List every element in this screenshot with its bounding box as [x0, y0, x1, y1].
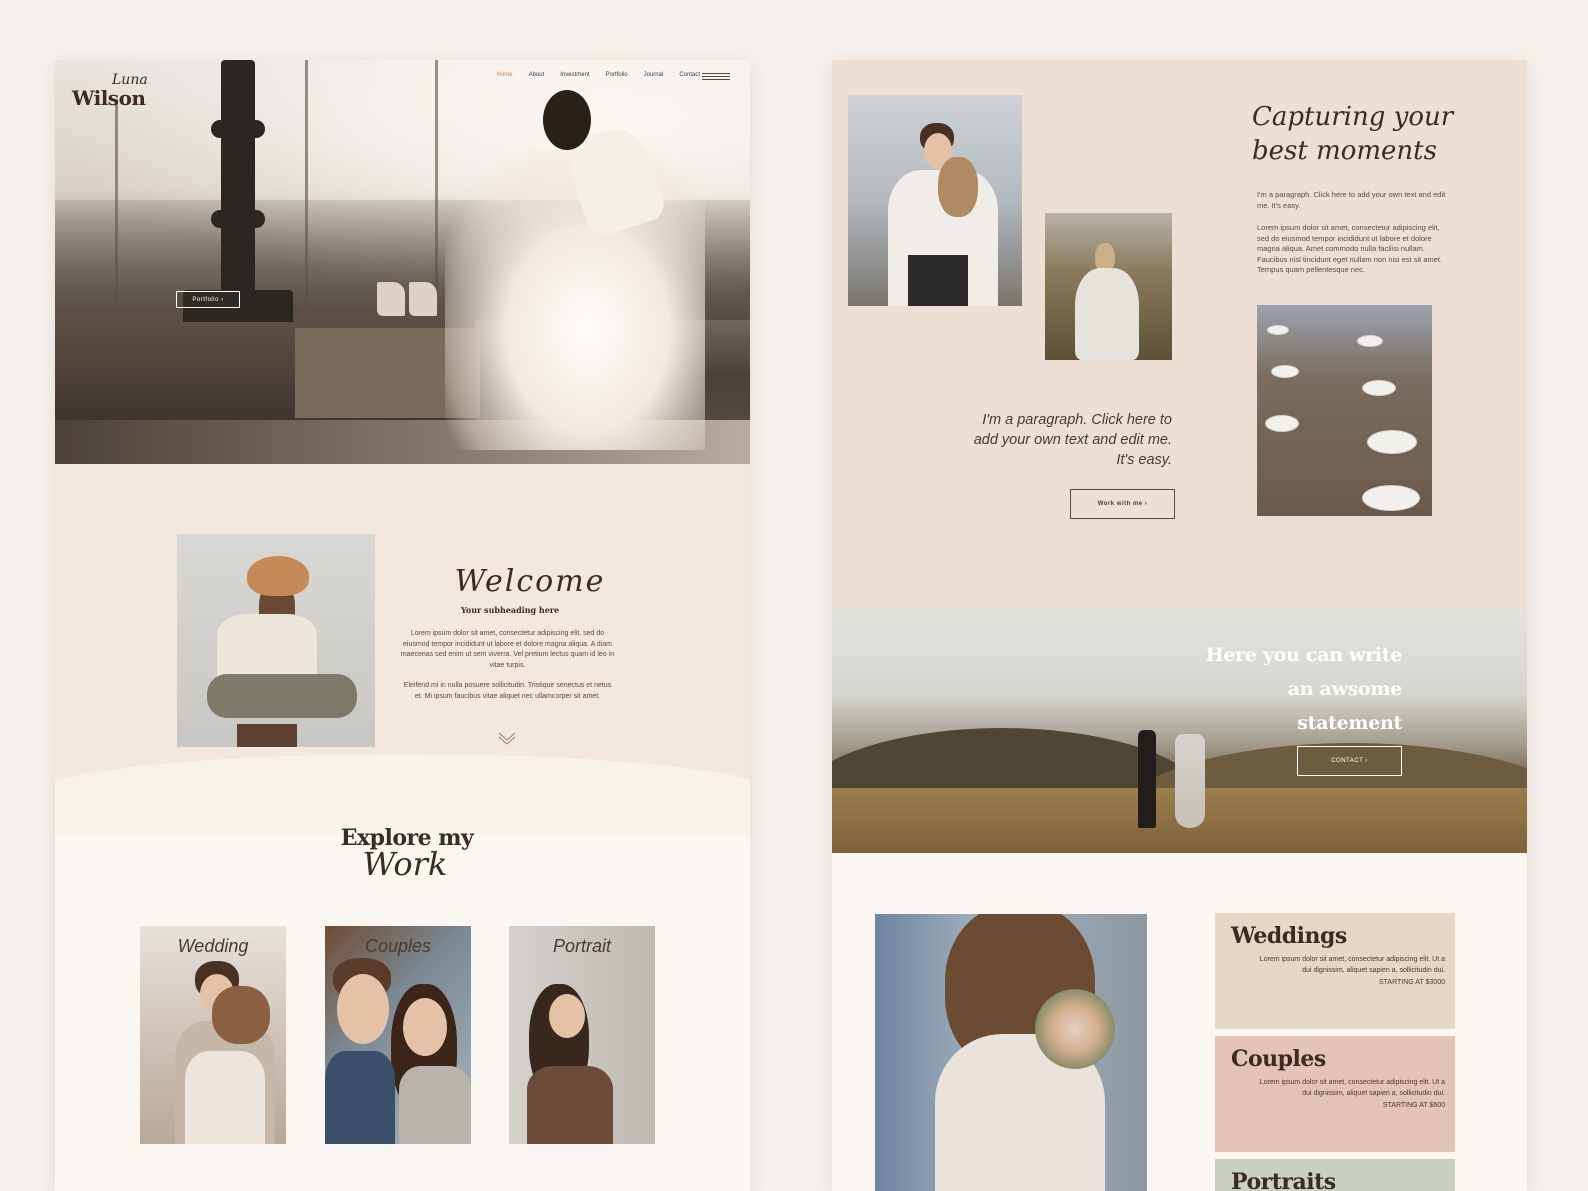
capturing-title-line2: best moments — [1252, 136, 1437, 166]
services-section: Weddings Lorem ipsum dolor sit amet, con… — [832, 853, 1527, 1191]
logo-name: Wilson — [72, 86, 146, 110]
brush-wash — [55, 754, 750, 834]
welcome-paragraph: Eleifend mi in nulla posuere sollicitudi… — [403, 682, 612, 700]
nav-journal[interactable]: Journal — [644, 72, 664, 78]
site-logo[interactable]: Luna Wilson — [72, 72, 167, 118]
statement-line: an awsome — [1287, 678, 1403, 700]
service-title: Couples — [1231, 1046, 1326, 1072]
nav-about[interactable]: About — [529, 72, 545, 78]
statement-banner: Here you can write an awsome statement C… — [832, 608, 1527, 853]
service-price: STARTING AT $600 — [1382, 1102, 1445, 1109]
work-card-wedding[interactable]: Wedding — [140, 926, 286, 1144]
statement-line: statement — [1297, 712, 1402, 734]
work-with-me-button[interactable]: Work with me › — [1070, 489, 1175, 519]
service-card-couples[interactable]: Couples Lorem ipsum dolor sit amet, cons… — [1215, 1036, 1455, 1152]
capturing-paragraph: I'm a paragraph. Click here to add your … — [1257, 190, 1446, 210]
lamp-post — [183, 60, 293, 322]
capturing-quote: I'm a paragraph. Click here to add your … — [973, 412, 1172, 468]
capturing-title-line1: Capturing your — [1252, 102, 1454, 132]
nav-home[interactable]: Home — [497, 72, 513, 78]
service-price: STARTING AT $3000 — [1378, 979, 1445, 986]
service-description: Lorem ipsum dolor sit amet, consectetur … — [1259, 956, 1445, 974]
bridal-shoe — [409, 282, 437, 316]
portfolio-button[interactable]: Portfolio › — [176, 291, 240, 308]
bride-figure — [1175, 734, 1205, 828]
contact-button[interactable]: CONTACT › — [1297, 746, 1402, 776]
service-card-portraits[interactable]: Portraits — [1215, 1159, 1455, 1191]
work-card-portrait[interactable]: Portrait — [509, 926, 655, 1144]
work-card-label: Portrait — [552, 936, 612, 956]
welcome-section: Welcome Your subheading here Lorem ipsum… — [55, 464, 750, 834]
right-page-mockup: Capturing your best moments I'm a paragr… — [832, 60, 1527, 1191]
service-card-weddings[interactable]: Weddings Lorem ipsum dolor sit amet, con… — [1215, 913, 1455, 1029]
hamburger-menu-icon[interactable] — [702, 73, 730, 81]
nav-portfolio[interactable]: Portfolio — [606, 72, 628, 78]
nav-contact[interactable]: Contact — [679, 72, 700, 78]
bride-hair — [543, 90, 591, 150]
hero-banner: Luna Wilson Home About Investment Portfo… — [55, 60, 750, 464]
bride-desert-photo — [1045, 213, 1172, 360]
explore-script-title: Work — [362, 845, 448, 883]
wedding-table-photo — [1257, 305, 1432, 516]
couple-hug-photo — [848, 95, 1022, 306]
statement-line: Here you can write — [1205, 644, 1403, 666]
bride-dress — [445, 150, 705, 450]
service-description: Lorem ipsum dolor sit amet, consectetur … — [1259, 1079, 1445, 1097]
welcome-title: Welcome — [454, 564, 606, 599]
welcome-photo — [177, 534, 375, 747]
statement-text: Here you can write an awsome statement — [1202, 638, 1403, 740]
work-card-couples[interactable]: Couples — [325, 926, 471, 1144]
capturing-paragraph: Lorem ipsum dolor sit amet, consectetur … — [1257, 223, 1443, 274]
capturing-section: Capturing your best moments I'm a paragr… — [832, 60, 1527, 608]
groom-figure — [1138, 730, 1156, 828]
welcome-subheading: Your subheading here — [460, 605, 560, 615]
bridal-shoe — [377, 282, 405, 316]
nav-investment[interactable]: Investment — [560, 72, 589, 78]
main-nav: Home About Investment Portfolio Journal … — [497, 72, 700, 78]
left-page-mockup: Luna Wilson Home About Investment Portfo… — [55, 60, 750, 1191]
double-chevron-down-icon[interactable] — [497, 731, 517, 745]
bride-bouquet-photo — [875, 914, 1147, 1191]
service-title: Portraits — [1231, 1169, 1336, 1191]
welcome-paragraph: Lorem ipsum dolor sit amet, consectetur … — [400, 630, 615, 669]
work-card-label: Couples — [364, 936, 432, 956]
service-title: Weddings — [1231, 923, 1347, 949]
capturing-title: Capturing your best moments — [1252, 100, 1462, 168]
work-card-label: Wedding — [177, 936, 249, 956]
